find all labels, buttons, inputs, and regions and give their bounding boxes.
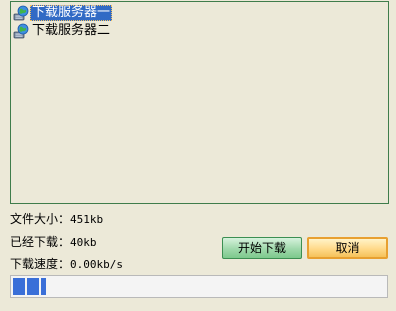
server-item-1[interactable]: 下载服务器一 bbox=[13, 5, 113, 21]
server-item-2[interactable]: 下载服务器二 bbox=[13, 23, 112, 39]
start-download-button[interactable]: 开始下载 bbox=[222, 237, 302, 259]
server-item-label: 下载服务器一 bbox=[30, 5, 113, 21]
progress-block bbox=[27, 278, 39, 295]
download-dialog: 下载服务器一 下载服务器二 文件大小：451kb 已经下载：40kb 下载速度：… bbox=[0, 0, 396, 311]
downloaded-row: 已经下载：40kb bbox=[10, 234, 97, 250]
progress-fill bbox=[13, 278, 46, 295]
downloaded-label: 已经下载： bbox=[10, 235, 71, 249]
progress-block bbox=[41, 278, 46, 295]
server-globe-icon bbox=[13, 5, 29, 21]
file-size-row: 文件大小：451kb bbox=[10, 211, 103, 227]
download-progress-bar bbox=[10, 275, 388, 298]
server-globe-icon bbox=[13, 23, 29, 39]
progress-block bbox=[13, 278, 25, 295]
file-size-label: 文件大小： bbox=[10, 212, 71, 226]
server-item-label: 下载服务器二 bbox=[32, 23, 111, 38]
speed-value: 0.00kb/s bbox=[70, 258, 123, 271]
file-size-value: 451kb bbox=[70, 213, 104, 226]
speed-row: 下载速度：0.00kb/s bbox=[10, 256, 123, 272]
downloaded-value: 40kb bbox=[70, 236, 97, 249]
cancel-button[interactable]: 取消 bbox=[307, 237, 388, 259]
speed-label: 下载速度： bbox=[10, 257, 71, 271]
server-list[interactable]: 下载服务器一 下载服务器二 bbox=[10, 1, 389, 204]
